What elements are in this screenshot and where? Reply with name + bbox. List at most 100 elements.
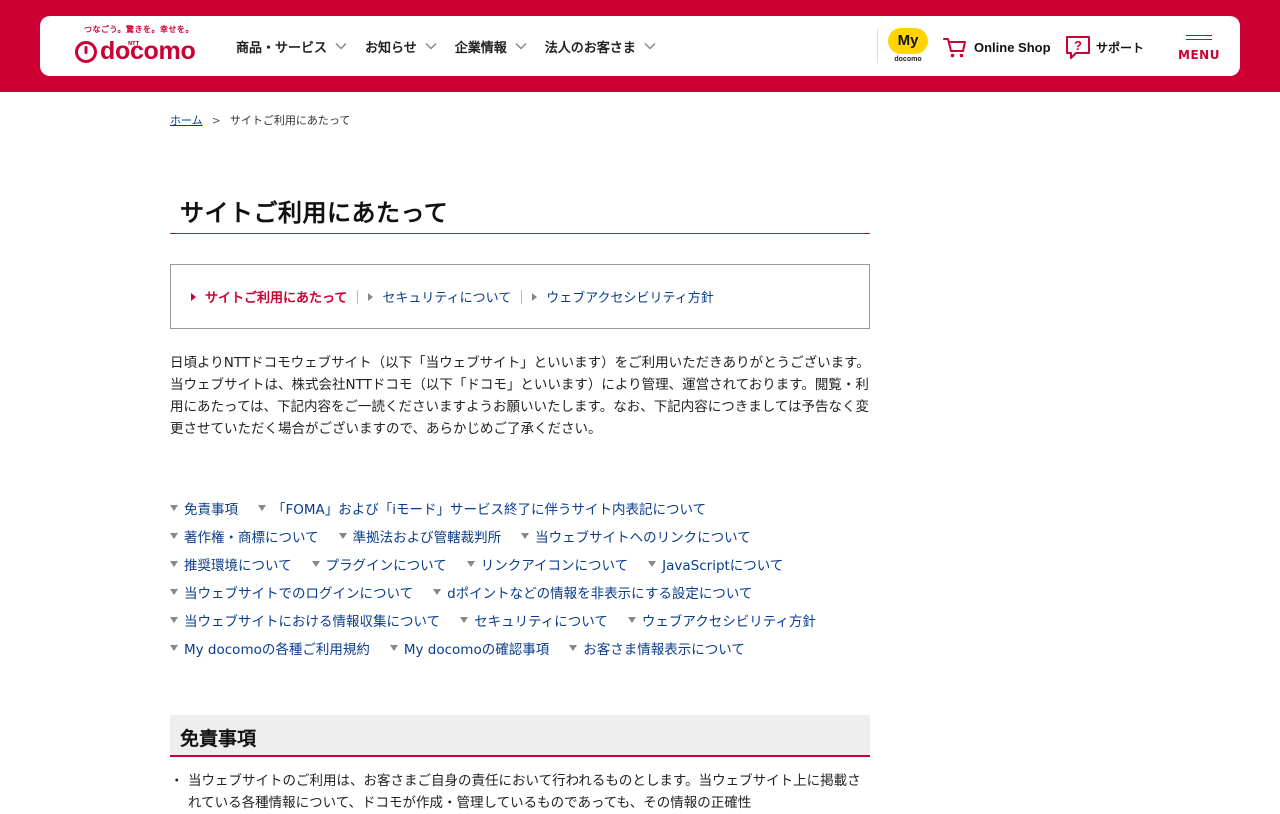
anchor-link[interactable]: プラグインについて: [311, 554, 447, 574]
anchor-link-label: 当ウェブサイトでのログインについて: [184, 586, 414, 602]
triangle-down-icon: [521, 533, 530, 539]
anchor-link-label: 著作権・商標について: [184, 530, 319, 546]
localnav-label: ウェブアクセシビリティ方針: [546, 291, 714, 306]
breadcrumb: ホーム > サイトご利用にあたって: [170, 112, 350, 128]
anchor-link[interactable]: dポイントなどの情報を非表示にする設定について: [433, 582, 752, 602]
logo-tagline: つなごう。驚きを。幸せを。: [84, 25, 195, 34]
gnav-products[interactable]: 商品・サービス: [236, 37, 347, 56]
chevron-down-icon: [644, 42, 656, 50]
anchor-link-label: ウェブアクセシビリティ方針: [641, 614, 816, 630]
anchor-link-label: My docomoの確認事項: [403, 642, 550, 658]
triangle-down-icon: [170, 561, 178, 567]
page-title-block: サイトご利用にあたって: [170, 184, 870, 234]
intro-paragraph-1: 日頃よりNTTドコモウェブサイト（以下「当ウェブサイト」といいます）をご利用いた…: [170, 355, 870, 371]
anchor-row: 当ウェブサイトでのログインについて dポイントなどの情報を非表示にする設定について: [170, 578, 890, 606]
anchor-link-label: 準拠法および管轄裁判所: [352, 530, 502, 546]
support-label: サポート: [1096, 40, 1145, 55]
anchor-link-label: セキュリティについて: [474, 614, 608, 630]
breadcrumb-separator: >: [211, 114, 221, 127]
anchor-row: 当ウェブサイトにおける情報収集について セキュリティについて ウェブアクセシビリティ…: [170, 606, 890, 634]
global-header: つなごう。驚きを。幸せを。 NTT docomo 商品・サービス お知らせ 企業…: [40, 16, 1240, 76]
anchor-link[interactable]: お客さま情報表示について: [569, 638, 745, 658]
section-heading-block: 免責事項: [170, 715, 870, 757]
triangle-down-icon: [389, 645, 398, 651]
breadcrumb-home-link[interactable]: ホーム: [170, 114, 203, 127]
chevron-down-icon: [425, 42, 437, 50]
gnav-business-label: 法人のお客さま: [544, 40, 636, 56]
anchor-link[interactable]: 準拠法および管轄裁判所: [338, 526, 502, 546]
breadcrumb-current: サイトご利用にあたって: [229, 114, 351, 127]
anchor-link[interactable]: 推奨環境について: [170, 554, 292, 574]
triangle-down-icon: [311, 561, 320, 567]
anchor-link-label: dポイントなどの情報を非表示にする設定について: [447, 586, 753, 602]
anchor-link-label: 当ウェブサイトにおける情報収集について: [184, 614, 441, 630]
triangle-down-icon: [170, 589, 178, 595]
global-nav: 商品・サービス お知らせ 企業情報 法人のお客さま: [236, 16, 674, 76]
anchor-link-label: リンクアイコンについて: [480, 558, 629, 574]
chevron-down-icon: [515, 42, 527, 50]
docomo-ring-icon: [75, 41, 97, 63]
online-shop-link[interactable]: Online Shop: [942, 34, 1051, 60]
gnav-news[interactable]: お知らせ: [365, 37, 437, 56]
localnav-accessibility[interactable]: ウェブアクセシビリティ方針: [532, 287, 714, 306]
menu-button[interactable]: MENU: [1176, 32, 1222, 64]
triangle-down-icon: [170, 617, 178, 623]
logo-wordmark: docomo: [100, 37, 196, 65]
triangle-right-icon: [532, 292, 538, 301]
anchor-link[interactable]: 「FOMA」および「iモード」サービス終了に伴うサイト内表記について: [258, 498, 706, 518]
triangle-down-icon: [466, 561, 475, 567]
gnav-corporate-label: 企業情報: [454, 40, 507, 56]
localnav-security[interactable]: セキュリティについて: [368, 287, 511, 306]
menu-label: MENU: [1178, 48, 1220, 62]
triangle-down-icon: [170, 645, 178, 651]
anchor-link[interactable]: 免責事項: [170, 498, 238, 518]
local-nav: サイトご利用にあたって セキュリティについて ウェブアクセシビリティ方針: [170, 264, 870, 329]
anchor-link[interactable]: リンクアイコンについて: [466, 554, 629, 574]
triangle-right-icon: [191, 292, 196, 301]
localnav-divider: [357, 289, 359, 304]
page-title: サイトご利用にあたって: [180, 199, 449, 227]
mydocomo-sub: docomo: [894, 56, 922, 63]
gnav-business[interactable]: 法人のお客さま: [545, 37, 656, 56]
triangle-right-icon: [368, 292, 374, 301]
anchor-link[interactable]: JavaScriptについて: [648, 554, 783, 574]
gnav-news-label: お知らせ: [365, 40, 417, 56]
triangle-down-icon: [569, 645, 578, 651]
anchor-link[interactable]: ウェブアクセシビリティ方針: [627, 610, 816, 630]
anchor-link-label: 当ウェブサイトへのリンクについて: [535, 530, 751, 546]
triangle-down-icon: [170, 505, 178, 511]
anchor-link-list: 免責事項 「FOMA」および「iモード」サービス終了に伴うサイト内表記について著作…: [170, 494, 890, 662]
hamburger-icon: [1186, 35, 1212, 43]
triangle-down-icon: [338, 533, 347, 539]
anchor-link[interactable]: My docomoの各種ご利用規約: [170, 638, 370, 658]
gnav-corporate[interactable]: 企業情報: [455, 37, 527, 56]
svg-text:?: ?: [1074, 38, 1082, 53]
anchor-link[interactable]: My docomoの確認事項: [389, 638, 550, 658]
anchor-link-label: プラグインについて: [325, 558, 447, 574]
anchor-row: 免責事項 「FOMA」および「iモード」サービス終了に伴うサイト内表記について: [170, 494, 890, 522]
anchor-link[interactable]: 当ウェブサイトへのリンクについて: [521, 526, 751, 546]
anchor-link-label: 免責事項: [184, 502, 238, 518]
triangle-down-icon: [648, 561, 657, 567]
triangle-down-icon: [433, 589, 442, 595]
cart-icon: [943, 38, 966, 58]
mydocomo-button[interactable]: My docomo: [887, 28, 929, 66]
intro-text: 日頃よりNTTドコモウェブサイト（以下「当ウェブサイト」といいます）をご利用いた…: [170, 352, 870, 440]
anchor-link[interactable]: 当ウェブサイトにおける情報収集について: [170, 610, 440, 630]
section-heading: 免責事項: [180, 728, 257, 750]
triangle-down-icon: [627, 617, 636, 623]
localnav-label: サイトご利用にあたって: [205, 291, 348, 306]
localnav-divider: [521, 289, 523, 304]
localnav-label: セキュリティについて: [382, 291, 512, 306]
docomo-logo-link[interactable]: つなごう。驚きを。幸せを。 NTT docomo: [74, 24, 204, 70]
intro-paragraph-2: 当ウェブサイトは、株式会社NTTドコモ（以下「ドコモ」といいます）により管理、運…: [170, 377, 870, 437]
anchor-link[interactable]: 著作権・商標について: [170, 526, 319, 546]
triangle-down-icon: [170, 533, 178, 539]
anchor-link-label: お客さま情報表示について: [583, 642, 745, 658]
section-body: 当ウェブサイトのご利用は、お客さまご自身の責任において行われるものとします。当ウ…: [170, 770, 870, 814]
anchor-link[interactable]: 当ウェブサイトでのログインについて: [170, 582, 413, 602]
anchor-link[interactable]: セキュリティについて: [460, 610, 608, 630]
localnav-site-usage[interactable]: サイトご利用にあたって: [191, 287, 347, 306]
support-link[interactable]: ? サポート: [1064, 34, 1144, 60]
header-divider: [877, 29, 878, 63]
